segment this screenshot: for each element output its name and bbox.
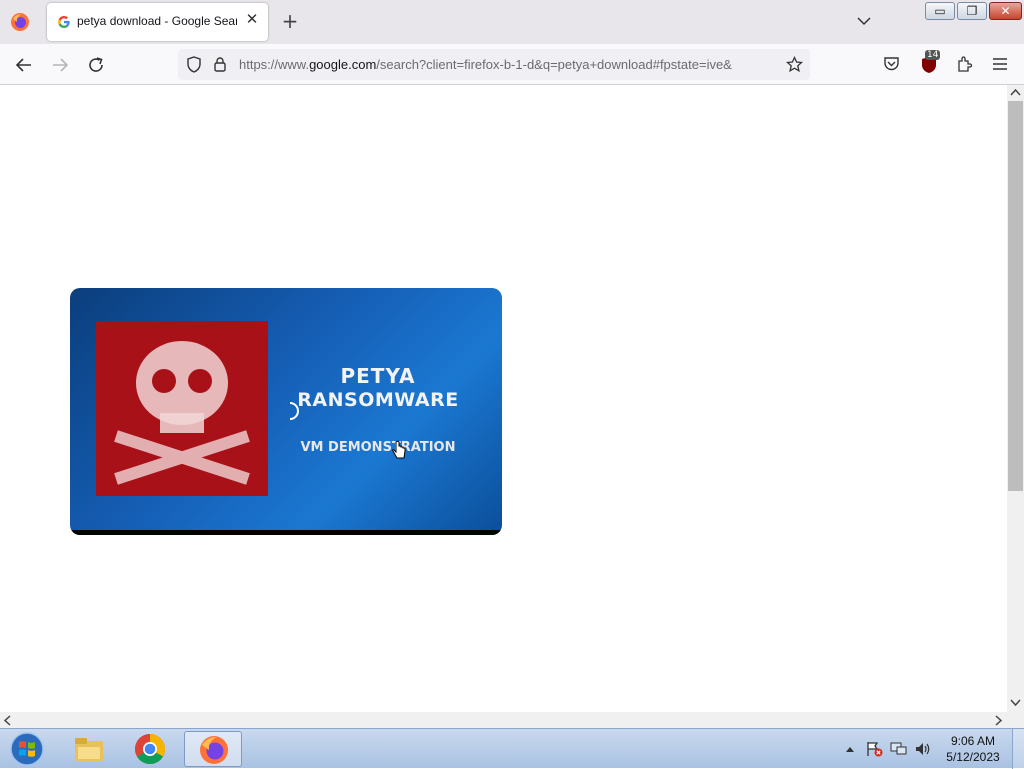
address-bar[interactable]: https://www.google.com/search?client=fir…: [178, 49, 810, 80]
bookmark-star-icon[interactable]: [786, 56, 803, 73]
thumbnail-title-line2: RANSOMWARE: [297, 389, 459, 411]
firefox-menu-icon[interactable]: [10, 12, 30, 32]
volume-icon[interactable]: [914, 741, 931, 757]
forward-arrow-icon[interactable]: [50, 55, 70, 75]
scroll-left-arrow-icon[interactable]: [3, 715, 12, 726]
url-domain: google.com: [309, 57, 377, 72]
clock-time: 9:06 AM: [950, 734, 996, 748]
thumbnail-bottom-bar: [70, 530, 502, 535]
ublock-extension-button[interactable]: 14: [920, 50, 941, 74]
pocket-icon[interactable]: [883, 56, 900, 72]
thumbnail-title-line3: VM DEMONSTRATION: [300, 440, 456, 455]
url-text[interactable]: https://www.google.com/search?client=fir…: [239, 57, 779, 72]
navigation-toolbar: https://www.google.com/search?client=fir…: [0, 44, 1024, 85]
close-window-button[interactable]: ✕: [989, 2, 1022, 20]
restore-button[interactable]: ❐: [957, 2, 987, 20]
taskbar-firefox[interactable]: [184, 731, 242, 767]
horizontal-scrollbar[interactable]: [0, 712, 1024, 728]
chevron-down-icon[interactable]: [855, 14, 873, 28]
page-content: PETYA RANSOMWARE VM DEMONSTRATION: [0, 85, 1007, 712]
scroll-right-arrow-icon[interactable]: [994, 715, 1003, 726]
extension-badge-count: 14: [925, 50, 941, 60]
scroll-up-arrow-icon[interactable]: [1010, 88, 1021, 97]
chrome-icon: [134, 734, 166, 765]
extensions-puzzle-icon[interactable]: [956, 55, 973, 73]
lock-icon[interactable]: [213, 56, 227, 72]
taskbar-file-explorer[interactable]: [60, 731, 118, 767]
close-window-icon: ✕: [1000, 4, 1011, 18]
firefox-icon: [200, 736, 228, 764]
close-tab-icon[interactable]: ✕: [245, 12, 259, 27]
folder-icon: [75, 738, 103, 761]
url-path: /search?client=firefox-b-1-d&q=petya+dow…: [376, 57, 732, 72]
vertical-scroll-thumb[interactable]: [1008, 101, 1023, 491]
hand-cursor-icon: [392, 440, 406, 459]
show-desktop-button[interactable]: [1012, 729, 1024, 769]
network-icon[interactable]: [890, 741, 907, 757]
taskbar-clock[interactable]: 9:06 AM 5/12/2023: [940, 733, 1006, 765]
tab-strip: petya download - Google Searc ✕ + ▭ ❐ ✕: [0, 0, 1024, 44]
clock-date: 5/12/2023: [946, 750, 1000, 764]
thumbnail-title-line1: PETYA: [340, 364, 416, 388]
ransom-screen-image: [96, 321, 268, 496]
skull-crossbones-icon: [114, 341, 250, 485]
minimize-icon: ▭: [934, 4, 946, 18]
tray-overflow-icon[interactable]: [845, 745, 855, 753]
minimize-button[interactable]: ▭: [925, 2, 955, 20]
action-center-flag-icon[interactable]: [866, 741, 883, 757]
scroll-down-arrow-icon[interactable]: [1010, 698, 1021, 707]
tracking-protection-shield-icon[interactable]: [186, 56, 202, 73]
back-arrow-icon[interactable]: [14, 55, 34, 75]
new-tab-button[interactable]: +: [281, 11, 299, 31]
firefox-window: petya download - Google Searc ✕ + ▭ ❐ ✕: [0, 0, 1024, 728]
tab-title: petya download - Google Searc: [77, 14, 237, 28]
restore-icon: ❐: [966, 4, 978, 18]
taskbar-chrome[interactable]: [122, 731, 180, 767]
windows-taskbar: 9:06 AM 5/12/2023: [0, 728, 1024, 769]
vertical-scrollbar[interactable]: [1007, 85, 1024, 712]
url-prefix: https://www.: [239, 57, 310, 72]
hamburger-menu-icon[interactable]: [992, 57, 1008, 71]
tab-google-search[interactable]: petya download - Google Searc ✕: [47, 3, 268, 41]
video-thumbnail[interactable]: PETYA RANSOMWARE VM DEMONSTRATION: [70, 288, 502, 535]
reload-icon[interactable]: [86, 55, 106, 75]
windows-start-icon[interactable]: [8, 731, 46, 767]
google-favicon-icon: [58, 16, 70, 28]
loading-spinner-icon: [289, 402, 299, 420]
